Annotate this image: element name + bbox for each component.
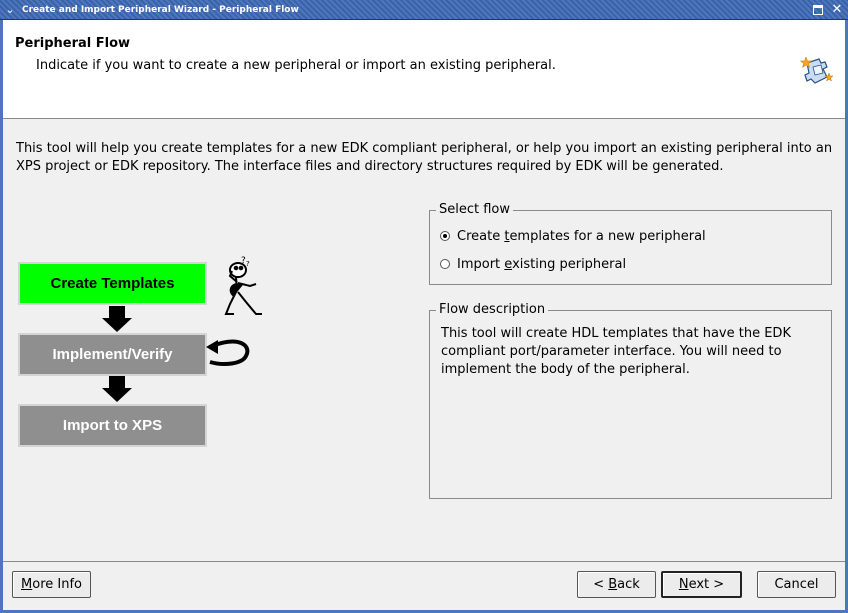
radio-create-templates-label: Create templates for a new peripheral: [457, 228, 706, 244]
footer-separator: [3, 561, 845, 562]
wizard-puzzle-icon: [799, 56, 834, 84]
diagram-step-implement-verify: Implement/Verify: [18, 333, 207, 376]
radio-unselected-icon[interactable]: [440, 259, 450, 269]
intro-text: This tool will help you create templates…: [16, 141, 833, 174]
radio-import-existing-label: Import existing peripheral: [457, 256, 627, 272]
cancel-button[interactable]: Cancel: [757, 571, 836, 598]
more-info-button[interactable]: More Info: [12, 571, 91, 598]
flow-description-text: This tool will create HDL templates that…: [441, 326, 791, 377]
next-button[interactable]: Next >: [661, 571, 742, 598]
flow-description-legend: Flow description: [436, 302, 549, 318]
page-title: Peripheral Flow: [15, 36, 131, 51]
radio-create-templates[interactable]: Create templates for a new peripheral: [440, 227, 706, 245]
select-flow-group: Select flow Create templates for a new p…: [429, 202, 832, 285]
window-menu-chevron-icon[interactable]: ⌄: [2, 2, 18, 18]
page-subtitle: Indicate if you want to create a new per…: [36, 58, 556, 73]
maximize-icon[interactable]: [810, 2, 826, 18]
radio-import-existing[interactable]: Import existing peripheral: [440, 255, 626, 273]
title-bar: ⌄ Create and Import Peripheral Wizard - …: [0, 0, 848, 20]
close-icon[interactable]: ✕: [829, 2, 845, 18]
window-title: Create and Import Peripheral Wizard - Pe…: [22, 5, 299, 15]
back-button[interactable]: < Back: [577, 571, 656, 598]
wizard-header: Peripheral Flow Indicate if you want to …: [3, 20, 845, 119]
diagram-step-create-templates: Create Templates: [18, 262, 207, 305]
diagram-step-import-to-xps: Import to XPS: [18, 404, 207, 447]
radio-selected-icon[interactable]: [440, 231, 450, 241]
flow-description-group: Flow description This tool will create H…: [429, 302, 832, 499]
select-flow-legend: Select flow: [436, 202, 514, 218]
